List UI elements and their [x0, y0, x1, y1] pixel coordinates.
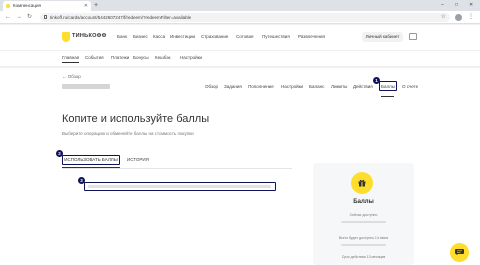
- reload-icon[interactable]: ↻: [27, 13, 32, 22]
- page-subtitle: Выберите операцию и обменяйте баллы на с…: [62, 131, 194, 136]
- url-text: tinkoff.ru/cards/account/5442607247/f/re…: [50, 15, 192, 20]
- subnav-payments[interactable]: Платежи: [111, 55, 129, 60]
- favicon-icon: [6, 4, 10, 8]
- account-tab-actions[interactable]: Действия: [353, 84, 373, 89]
- nav-bank[interactable]: Банк: [117, 34, 127, 39]
- account-tab-tasks[interactable]: Задания: [224, 84, 242, 89]
- balance-future-label: Всего будет доступно 14 июня: [338, 236, 389, 240]
- balance-expiry-label: Срок действия 13 месяцев: [341, 255, 386, 259]
- step-marker-3: 3: [78, 177, 85, 184]
- nav-invest[interactable]: Инвестиции: [170, 34, 195, 39]
- url-input[interactable]: tinkoff.ru/cards/account/5442607247/f/re…: [40, 13, 450, 22]
- step-marker-2: 2: [56, 150, 63, 157]
- breadcrumb[interactable]: ← Обзор: [62, 74, 81, 79]
- tab-use-underline: [62, 167, 120, 168]
- logo[interactable]: ТИНЬКОФФ: [72, 33, 107, 39]
- gift-icon: [358, 179, 366, 187]
- maximize-icon[interactable]: □: [455, 0, 458, 10]
- gift-badge: [351, 172, 373, 194]
- account-tab-settings[interactable]: Настройки: [281, 84, 303, 89]
- menu-icon[interactable]: ⋮: [468, 13, 474, 20]
- nav-insurance[interactable]: Страхование: [201, 34, 228, 39]
- active-tab-underline: [381, 96, 394, 97]
- balance-title: Баллы: [353, 199, 374, 205]
- back-icon[interactable]: ←: [5, 13, 11, 22]
- lock-icon: [44, 15, 47, 19]
- nav-entertainment[interactable]: Развлечения: [298, 34, 325, 39]
- chat-button[interactable]: [450, 243, 469, 262]
- balance-card: Баллы Сейчас доступно Всего будет доступ…: [313, 163, 414, 265]
- star-icon[interactable]: ☆: [441, 13, 446, 22]
- nav-business[interactable]: Бизнес: [133, 34, 148, 39]
- chat-icon: [455, 249, 464, 255]
- sub-navigation: Главная События Платежи Бонусы Кешбэк На…: [0, 50, 480, 66]
- address-bar: ← → ↻ tinkoff.ru/cards/account/544260724…: [0, 11, 480, 24]
- logo-shield-icon: [62, 32, 70, 42]
- subnav-events[interactable]: События: [85, 55, 104, 60]
- tab-use-points[interactable]: ИСПОЛЬЗОВАТЬ БАЛЛЫ: [62, 155, 120, 165]
- close-window-icon[interactable]: ✕: [469, 0, 473, 10]
- balance-available-value-redacted: [341, 221, 386, 223]
- balance-available-label: Сейчас доступно: [349, 213, 378, 217]
- logout-icon[interactable]: [409, 33, 417, 40]
- tab-title: Компенсация: [13, 3, 41, 8]
- nav-travel[interactable]: Путешествия: [262, 34, 290, 39]
- profile-avatar[interactable]: [455, 14, 462, 21]
- operation-row-redacted: [88, 185, 271, 188]
- cabinet-button[interactable]: Личный кабинет: [362, 32, 403, 42]
- forward-icon[interactable]: →: [16, 13, 22, 22]
- subnav-settings[interactable]: Настройки: [180, 55, 202, 60]
- browser-tab[interactable]: Компенсация ✕: [3, 1, 91, 11]
- close-tab-icon[interactable]: ✕: [84, 1, 88, 11]
- subnav-home[interactable]: Главная: [62, 55, 80, 63]
- account-tab-overview[interactable]: Обзор: [205, 84, 218, 89]
- operation-row[interactable]: [84, 182, 276, 191]
- browser-tab-bar: Компенсация ✕ + – □ ✕: [0, 0, 480, 11]
- nav-kassa[interactable]: Касса: [153, 34, 165, 39]
- account-name-redacted: [62, 84, 110, 89]
- new-tab-icon[interactable]: +: [94, 1, 98, 10]
- site-header: ТИНЬКОФФ Банк Бизнес Касса Инвестиции Ст…: [0, 25, 480, 50]
- nav-mobile[interactable]: Сотовая: [236, 34, 253, 39]
- account-tab-limits[interactable]: Лимиты: [331, 84, 347, 89]
- minimize-icon[interactable]: –: [441, 0, 444, 10]
- tabs-divider: [62, 168, 292, 169]
- page-title: Копите и используйте баллы: [62, 113, 210, 125]
- tab-history[interactable]: ИСТОРИЯ: [127, 157, 149, 162]
- subnav-cashback[interactable]: Кешбэк: [155, 55, 171, 60]
- account-tab-topup[interactable]: Пополнение: [248, 84, 274, 89]
- main-content: ← Обзор Обзор Задания Пополнение Настрой…: [0, 68, 480, 265]
- account-tab-about[interactable]: О счете: [402, 84, 418, 89]
- highlight-points-tab: [379, 81, 397, 91]
- subnav-bonuses[interactable]: Бонусы: [133, 55, 149, 60]
- account-tab-balance[interactable]: Баланс: [309, 84, 324, 89]
- step-marker-1: 1: [373, 77, 380, 84]
- balance-future-value-redacted: [341, 244, 386, 246]
